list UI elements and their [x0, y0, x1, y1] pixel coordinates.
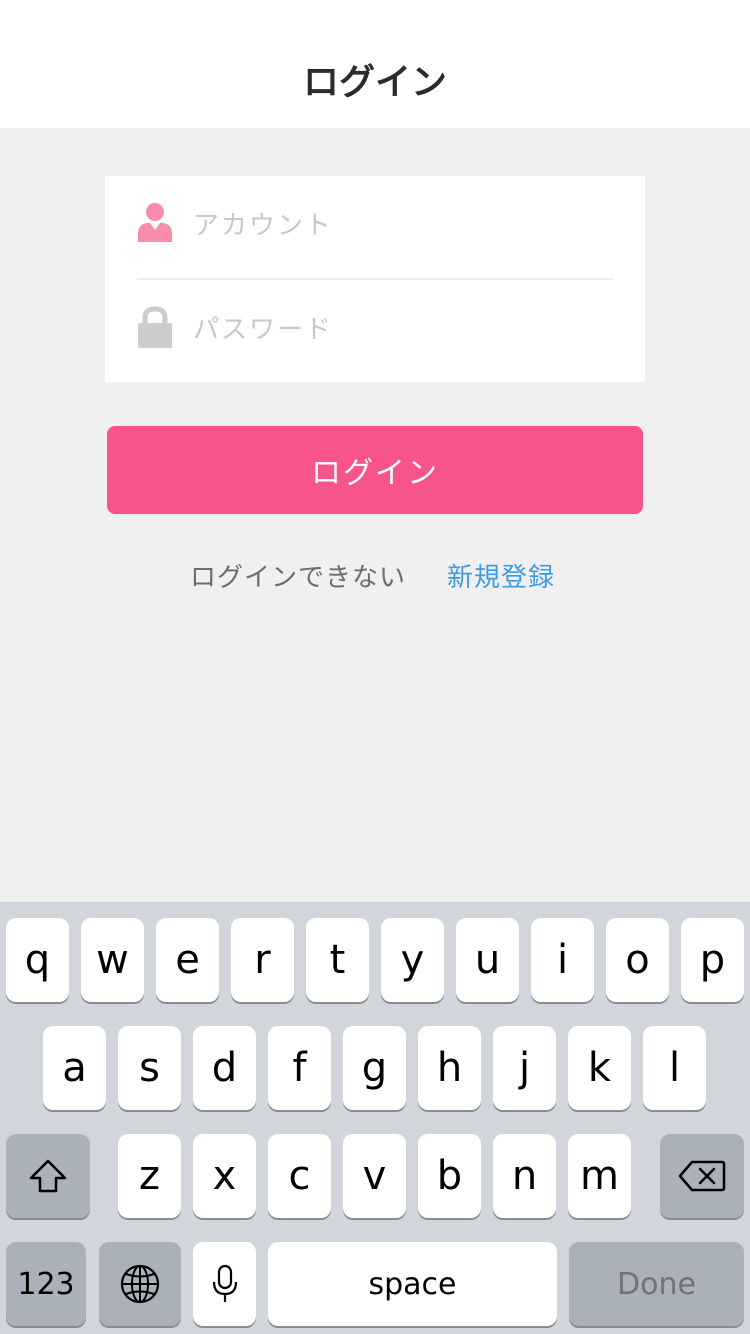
key-b[interactable]: b	[418, 1134, 481, 1218]
key-v[interactable]: v	[343, 1134, 406, 1218]
page-title: ログイン	[302, 62, 447, 103]
key-z[interactable]: z	[118, 1134, 181, 1218]
key-g[interactable]: g	[343, 1026, 406, 1110]
key-q[interactable]: q	[6, 918, 69, 1002]
key-d[interactable]: d	[193, 1026, 256, 1110]
backspace-icon	[678, 1160, 726, 1192]
login-button[interactable]: ログイン	[107, 426, 643, 514]
key-c[interactable]: c	[268, 1134, 331, 1218]
account-input[interactable]	[193, 198, 613, 254]
account-field-row[interactable]	[105, 176, 645, 278]
key-h[interactable]: h	[418, 1026, 481, 1110]
key-o[interactable]: o	[606, 918, 669, 1002]
key-a[interactable]: a	[43, 1026, 106, 1110]
key-t[interactable]: t	[306, 918, 369, 1002]
password-field-row[interactable]	[105, 280, 645, 382]
shift-icon	[29, 1159, 67, 1193]
globe-key[interactable]	[99, 1242, 181, 1326]
key-e[interactable]: e	[156, 918, 219, 1002]
key-m[interactable]: m	[568, 1134, 631, 1218]
key-f[interactable]: f	[268, 1026, 331, 1110]
numbers-key[interactable]: 123	[6, 1242, 86, 1326]
key-u[interactable]: u	[456, 918, 519, 1002]
key-s[interactable]: s	[118, 1026, 181, 1110]
delete-key[interactable]	[660, 1134, 744, 1218]
key-x[interactable]: x	[193, 1134, 256, 1218]
key-l[interactable]: l	[643, 1026, 706, 1110]
key-n[interactable]: n	[493, 1134, 556, 1218]
key-r[interactable]: r	[231, 918, 294, 1002]
key-w[interactable]: w	[81, 918, 144, 1002]
login-form	[105, 176, 645, 382]
register-link[interactable]: 新規登録	[447, 558, 555, 598]
done-key[interactable]: Done	[569, 1242, 744, 1326]
password-input[interactable]	[193, 302, 613, 358]
space-key[interactable]: space	[268, 1242, 557, 1326]
key-p[interactable]: p	[681, 918, 744, 1002]
key-i[interactable]: i	[531, 918, 594, 1002]
cant-login-link[interactable]: ログインできない	[190, 558, 406, 598]
navigation-bar: ログイン	[0, 0, 750, 128]
user-icon	[138, 203, 172, 242]
microphone-icon	[212, 1264, 237, 1302]
lock-icon	[138, 306, 172, 348]
key-k[interactable]: k	[568, 1026, 631, 1110]
key-y[interactable]: y	[381, 918, 444, 1002]
key-j[interactable]: j	[493, 1026, 556, 1110]
onscreen-keyboard: q w e r t y u i o p a s d f g h j k l z …	[0, 902, 750, 1334]
globe-icon	[120, 1264, 160, 1304]
microphone-key[interactable]	[193, 1242, 256, 1326]
shift-key[interactable]	[6, 1134, 90, 1218]
login-screen: ログイン ログイン ログインできない 新規登録 q w e r t y u	[0, 0, 750, 1334]
